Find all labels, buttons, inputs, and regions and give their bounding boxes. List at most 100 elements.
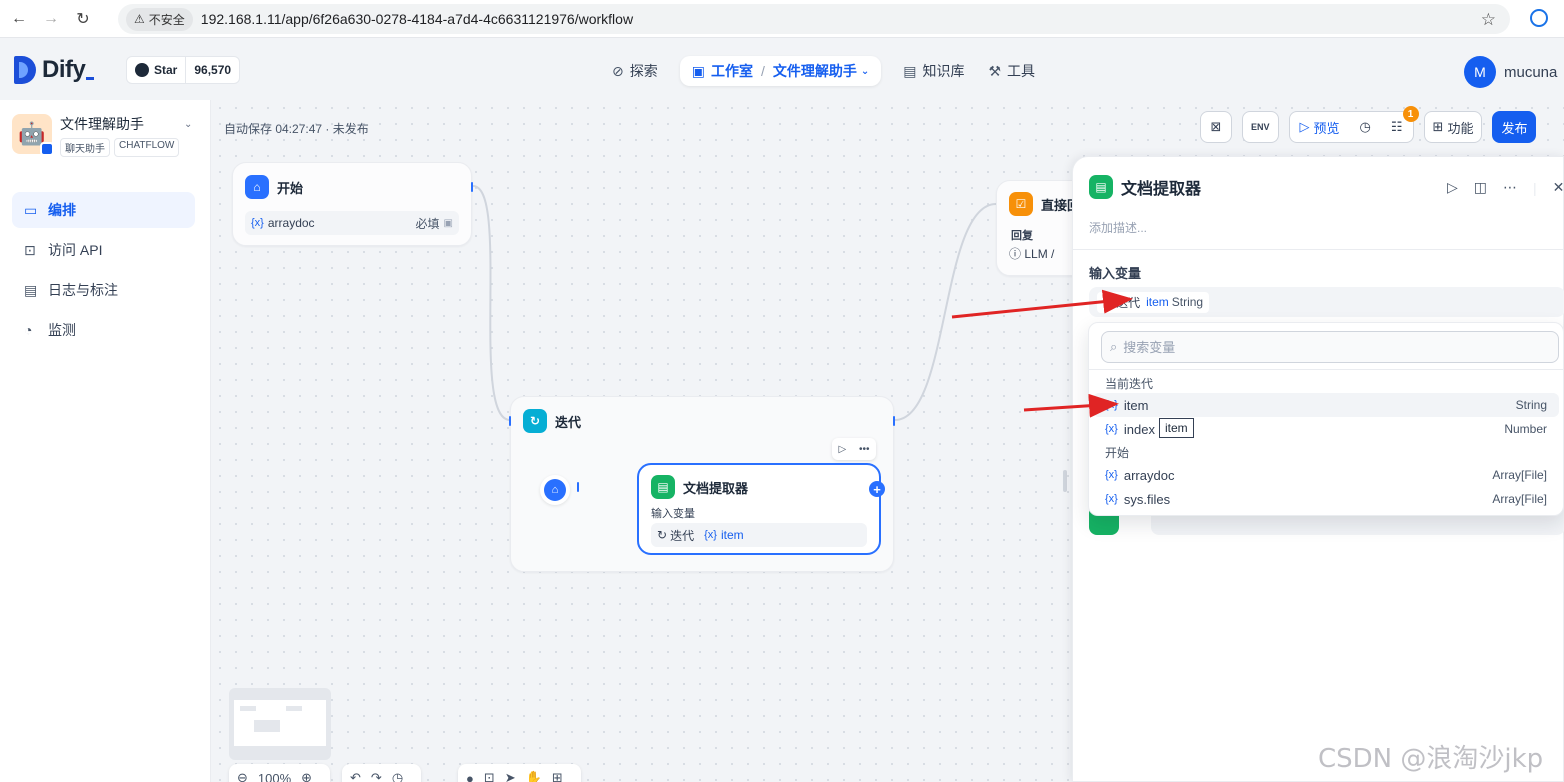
iteration-node[interactable]: ↻ 迭代 ⌂ ▤ 文档提取器 输入变量 ↻ 迭代 {x} item — [509, 396, 895, 572]
iteration-in-handle[interactable] — [509, 416, 511, 426]
var-option-item[interactable]: {x} item String — [1093, 393, 1559, 417]
more-icon[interactable]: ••• — [859, 444, 870, 455]
inner-start-handle[interactable] — [577, 482, 579, 492]
dify-logo[interactable]: Dify — [14, 56, 95, 84]
selected-var-source: 迭代 — [1116, 295, 1141, 310]
preview-group: ▷ 预览 ◷ ☷ 1 — [1288, 106, 1419, 143]
play-icon: ▷ — [1299, 119, 1310, 134]
search-input[interactable] — [1123, 339, 1524, 355]
tooltip: item — [1159, 418, 1194, 438]
start-var-row: {x} arraydoc 必填 ▣ — [245, 211, 459, 235]
zoom-level[interactable]: 100% — [258, 771, 291, 782]
user-menu[interactable]: M mucuna — [1464, 56, 1557, 88]
hammer-icon: ⚒ — [988, 62, 1002, 79]
var-option-sys-files[interactable]: {x} sys.files Array[File] — [1093, 487, 1559, 511]
logo-text: Dify — [42, 56, 86, 83]
app-info[interactable]: 🤖 文件理解助手 ⌄ 聊天助手 CHATFLOW — [12, 114, 192, 157]
divider: | — [1533, 179, 1537, 196]
dashboard-icon: ◔ — [24, 322, 33, 338]
variable-icon: {x} — [251, 217, 264, 229]
more-icon[interactable]: ⋯ — [1503, 179, 1517, 196]
start-var-name: arraydoc — [267, 216, 315, 230]
features-button[interactable]: ⊞ 功能 — [1423, 111, 1483, 143]
publish-button[interactable]: 发布 — [1492, 111, 1537, 143]
nav-tools[interactable]: ⚒ 工具 — [976, 56, 1047, 86]
back-icon[interactable]: ← — [6, 6, 32, 32]
note-icon[interactable]: ⊡ — [484, 770, 495, 782]
redo-icon[interactable]: ↷ — [371, 770, 382, 782]
doc-extractor-node[interactable]: ▤ 文档提取器 输入变量 ↻ 迭代 {x} item — [637, 463, 881, 555]
nav-knowledge[interactable]: ▤ 知识库 — [891, 56, 976, 86]
history-icon[interactable]: ◷ — [392, 770, 403, 782]
pointer-icon[interactable]: ➤ — [505, 770, 516, 782]
help-book-icon[interactable]: ◫ — [1474, 179, 1487, 196]
panel-resize-handle[interactable] — [1063, 470, 1067, 492]
add-node-icon[interactable]: ● — [466, 771, 474, 782]
organize-icon[interactable]: ⊞ — [552, 770, 563, 782]
search-box[interactable]: ⌕ — [1101, 331, 1559, 363]
chevron-down-icon[interactable]: ⌄ — [861, 66, 869, 77]
run-icon[interactable]: ▷ — [1447, 179, 1458, 196]
env-button[interactable]: ENV — [1242, 111, 1279, 143]
zoom-out-icon[interactable]: ⊖ — [237, 770, 248, 782]
var-option-arraydoc[interactable]: {x} arraydoc Array[File] — [1093, 463, 1559, 487]
start-node[interactable]: ⌂ 开始 {x} arraydoc 必填 ▣ — [232, 162, 473, 246]
nav-explore[interactable]: ⊘ 探索 — [600, 56, 670, 86]
chevron-down-icon[interactable]: ⌄ — [184, 119, 192, 130]
input-var-label: 输入变量 — [1089, 266, 1142, 281]
iteration-start-node[interactable]: ⌂ — [540, 475, 570, 505]
logo-underscore — [86, 76, 95, 80]
layout-icon: ▭ — [24, 201, 38, 218]
selected-var-type: String — [1171, 295, 1204, 309]
preview-button[interactable]: ▷ 预览 — [1290, 112, 1350, 142]
run-node-icon[interactable]: ▷ — [838, 444, 846, 455]
loop-icon: ↻ — [523, 409, 547, 433]
close-icon[interactable]: ✕ — [1553, 179, 1564, 196]
doc-extractor-icon: ▤ — [651, 475, 675, 499]
checklist-count-badge: 1 — [1402, 106, 1419, 122]
address-bar[interactable]: ⚠ 不安全 192.168.1.11/app/6f26a630-0278-4184… — [118, 4, 1510, 34]
checklist-close-button[interactable]: ⊠ — [1200, 111, 1232, 143]
reload-icon[interactable]: ↻ — [70, 6, 96, 32]
zoom-in-icon[interactable]: ⊕ — [301, 770, 312, 782]
github-icon — [135, 63, 149, 77]
answer-in-handle[interactable] — [996, 200, 997, 210]
node-mini-actions: ▷ ••• — [832, 438, 876, 460]
history-button[interactable]: ◷ — [1350, 112, 1381, 142]
doc-extractor-icon: ▤ — [1089, 175, 1113, 199]
required-label: 必填 — [415, 216, 440, 231]
forward-icon[interactable]: → — [38, 6, 64, 32]
file-icon: ▣ — [443, 217, 453, 229]
bookmark-star-icon[interactable]: ☆ — [1481, 10, 1496, 30]
file-list-icon: ▤ — [24, 281, 38, 298]
nav-studio[interactable]: ▣ 工作室 / 文件理解助手 ⌄ — [679, 56, 882, 86]
undo-icon[interactable]: ↶ — [350, 770, 361, 782]
doc-input-label: 输入变量 — [651, 508, 695, 520]
insecure-badge[interactable]: ⚠ 不安全 — [126, 7, 193, 31]
start-out-handle[interactable] — [471, 182, 473, 192]
minimap[interactable] — [229, 688, 331, 760]
hand-icon[interactable]: ✋ — [526, 770, 542, 782]
user-name: mucuna — [1504, 63, 1558, 81]
iteration-out-handle[interactable] — [893, 416, 895, 426]
app-avatar-icon: 🤖 — [12, 114, 54, 156]
sidebar-item-orchestrate[interactable]: ▭ 编排 — [12, 192, 195, 228]
nav-current-app[interactable]: 文件理解助手 — [773, 61, 857, 81]
add-next-node-icon[interactable]: + — [869, 481, 885, 497]
logo-mark — [14, 56, 36, 84]
terminal-icon: ⊡ — [24, 241, 36, 258]
llm-icon: ⓘ — [1009, 247, 1025, 261]
features-icon: ⊞ — [1432, 119, 1444, 134]
env-icon: ENV — [1251, 122, 1270, 132]
doc-var-row: ↻ 迭代 {x} item — [651, 523, 867, 547]
sidebar-item-logs[interactable]: ▤ 日志与标注 — [12, 272, 195, 308]
github-star-button[interactable]: Star 96,570 — [126, 56, 241, 84]
top-nav: ⊘ 探索 ▣ 工作室 / 文件理解助手 ⌄ ▤ 知识库 ⚒ 工具 — [600, 56, 1047, 86]
sidebar-item-monitor[interactable]: ◔ 监测 — [12, 312, 195, 348]
profile-icon[interactable] — [1530, 9, 1548, 27]
description-field[interactable]: 添加描述... — [1089, 219, 1147, 236]
sidebar-item-api[interactable]: ⊡ 访问 API — [12, 232, 195, 268]
variable-selector[interactable]: ↻ 迭代 item String — [1089, 287, 1564, 317]
group-label-start: 开始 — [1105, 446, 1130, 460]
avatar[interactable]: M — [1464, 56, 1496, 88]
